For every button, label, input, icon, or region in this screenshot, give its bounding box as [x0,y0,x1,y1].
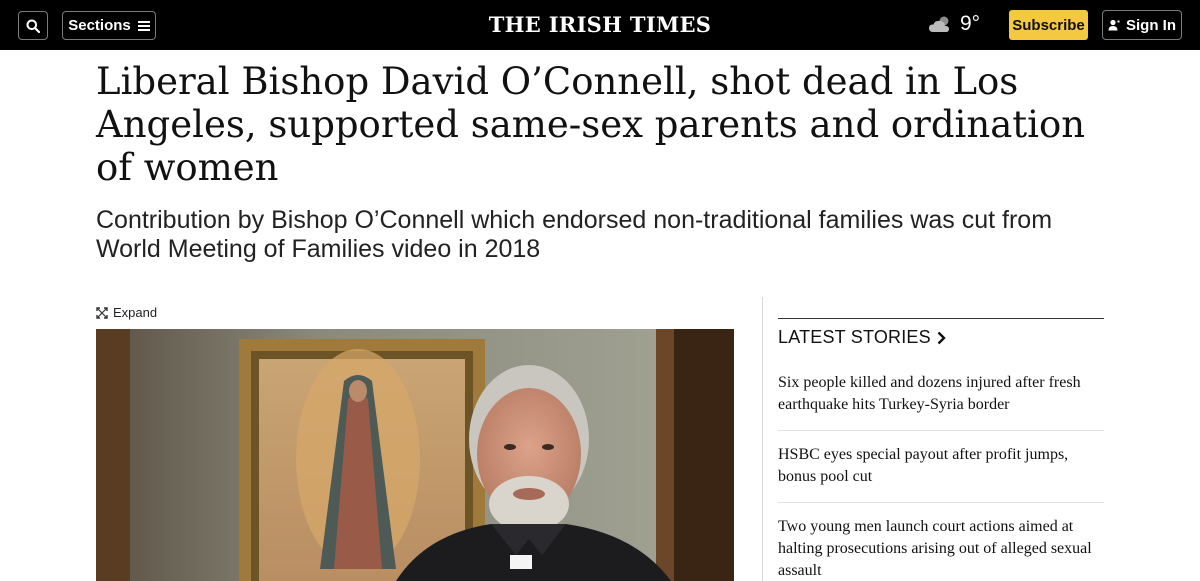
article-headline: Liberal Bishop David O’Connell, shot dea… [96,60,1086,189]
subscribe-button[interactable]: Subscribe [1009,10,1088,40]
cloud-icon [929,16,949,32]
weather-widget[interactable]: 9° [928,12,980,36]
article-photo[interactable] [96,329,734,581]
temperature: 9° [960,12,981,35]
story-separator [778,430,1104,431]
latest-story-item[interactable]: HSBC eyes special payout after profit ju… [778,444,1104,488]
latest-stories-heading[interactable]: LATEST STORIES [778,327,946,348]
article-subheadline: Contribution by Bishop O’Connell which e… [96,206,1053,263]
top-navigation-bar: Sections THE IRISH TIMES 9° Subscribe Si… [0,0,1200,50]
user-icon [1108,19,1120,31]
latest-stories-title: LATEST STORIES [778,327,931,347]
sign-in-label: Sign In [1126,16,1176,34]
story-separator [778,502,1104,503]
expand-icon [96,306,108,319]
expand-image-button[interactable]: Expand [96,305,157,320]
sign-in-button[interactable]: Sign In [1102,10,1182,40]
bishop-portrait-image [96,329,734,581]
latest-story-item[interactable]: Two young men launch court actions aimed… [778,516,1104,581]
expand-label: Expand [113,305,158,320]
latest-story-item[interactable]: Six people killed and dozens injured aft… [778,372,1104,416]
column-divider [762,297,763,581]
chevron-right-icon [937,331,946,344]
latest-stories-rule [778,318,1104,319]
